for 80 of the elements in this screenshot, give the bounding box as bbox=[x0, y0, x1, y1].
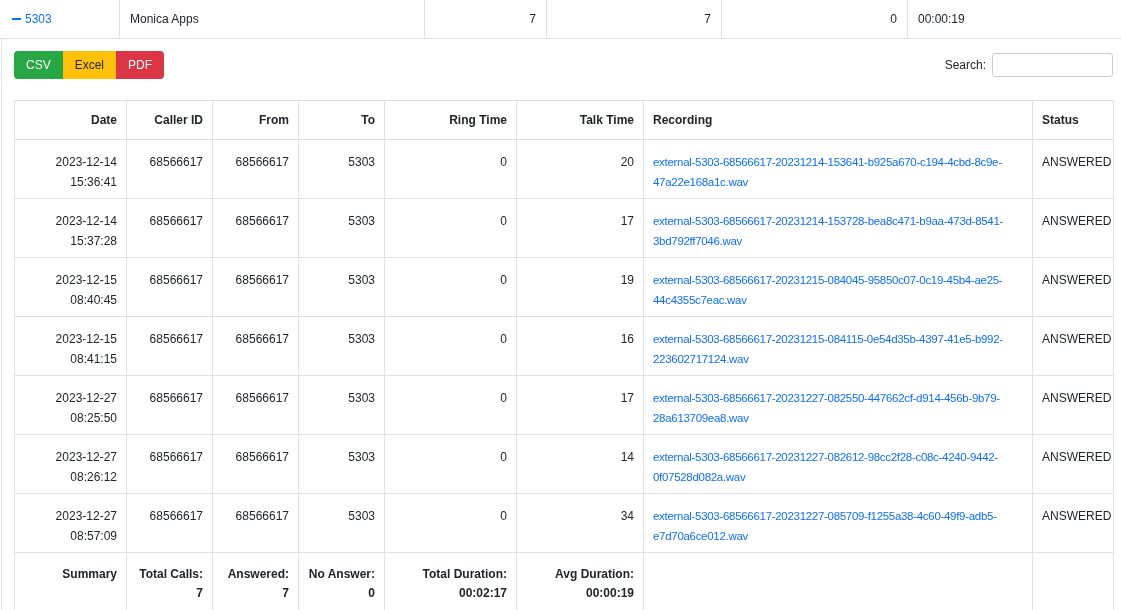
export-button[interactable]: CSV bbox=[14, 51, 63, 79]
summary-value: 00:02:17 bbox=[457, 585, 507, 602]
summary-value: 7 bbox=[195, 585, 203, 602]
summary-label: Total Duration: bbox=[421, 566, 507, 583]
minus-icon[interactable] bbox=[12, 18, 21, 20]
summary-label: No Answer: bbox=[308, 566, 375, 583]
extension-link[interactable]: 5303 bbox=[12, 12, 52, 26]
summary-value: 0 bbox=[367, 585, 375, 602]
status-text: ANSWERED bbox=[1042, 509, 1112, 523]
table-cell-text: 5303 bbox=[348, 390, 375, 407]
table-cell-text: 0 bbox=[500, 213, 507, 230]
table-cell-text: 14 bbox=[620, 449, 634, 466]
table-cell-text: 5303 bbox=[348, 508, 375, 525]
table-cell-text: 5303 bbox=[348, 213, 375, 230]
table-cell-text: 5303 bbox=[348, 154, 375, 171]
table-cell-text: 2023-12-27 08:57:09 bbox=[54, 508, 117, 545]
table-cell-text: 0 bbox=[500, 508, 507, 525]
table-cell-text: 68566617 bbox=[149, 272, 203, 289]
table-cell-text: 2023-12-27 08:26:12 bbox=[54, 449, 117, 486]
column-header[interactable]: Talk Time bbox=[579, 113, 634, 127]
table-cell-text: 68566617 bbox=[149, 213, 203, 230]
table-cell-text: 68566617 bbox=[149, 449, 203, 466]
table-cell-text: 68566617 bbox=[235, 331, 289, 348]
table-cell: 00:00:19 bbox=[918, 12, 965, 26]
table-cell-text: 5303 bbox=[348, 331, 375, 348]
table-cell: 7 bbox=[704, 12, 711, 26]
table-cell-text: 68566617 bbox=[235, 449, 289, 466]
table-cell: Monica Apps bbox=[130, 12, 199, 26]
table-cell-text: 0 bbox=[500, 449, 507, 466]
summary-value: 00:00:19 bbox=[584, 585, 634, 602]
column-header[interactable]: Ring Time bbox=[449, 113, 507, 127]
table-cell-text: 5303 bbox=[348, 272, 375, 289]
table-cell-text: 68566617 bbox=[235, 272, 289, 289]
table-cell-text: 68566617 bbox=[235, 154, 289, 171]
table-cell-text: 2023-12-14 15:36:41 bbox=[54, 154, 117, 191]
table-cell-text: 68566617 bbox=[235, 508, 289, 525]
status-text: ANSWERED bbox=[1042, 391, 1112, 405]
table-cell-text: 34 bbox=[620, 508, 634, 525]
table-cell-text: 2023-12-15 08:41:15 bbox=[54, 331, 117, 368]
column-header[interactable]: To bbox=[361, 113, 375, 127]
export-button[interactable]: Excel bbox=[62, 51, 117, 79]
column-header[interactable]: Caller ID bbox=[154, 113, 203, 127]
search-field[interactable] bbox=[992, 53, 1113, 77]
table-cell-text: 17 bbox=[620, 213, 634, 230]
table-cell-text: 0 bbox=[500, 390, 507, 407]
table-cell-text: 2023-12-14 15:37:28 bbox=[54, 213, 117, 250]
column-header[interactable]: From bbox=[259, 113, 289, 127]
export-button[interactable]: PDF bbox=[116, 51, 165, 79]
search-label: Search: bbox=[944, 58, 986, 72]
summary-label: Avg Duration: bbox=[554, 566, 634, 583]
status-text: ANSWERED bbox=[1042, 273, 1112, 287]
table-cell-text: 20 bbox=[620, 154, 634, 171]
table-cell-text: 2023-12-27 08:25:50 bbox=[54, 390, 117, 427]
status-text: ANSWERED bbox=[1042, 214, 1112, 228]
status-text: ANSWERED bbox=[1042, 332, 1112, 346]
table-cell-text: 16 bbox=[620, 331, 634, 348]
status-text: ANSWERED bbox=[1042, 450, 1112, 464]
table-cell-text: 68566617 bbox=[235, 390, 289, 407]
table-cell-text: 68566617 bbox=[149, 154, 203, 171]
table-cell-text: 5303 bbox=[348, 449, 375, 466]
table-cell-text: 19 bbox=[620, 272, 634, 289]
summary-label: Summary bbox=[62, 567, 117, 581]
table-cell: 7 bbox=[529, 12, 536, 26]
column-header[interactable]: Status bbox=[1042, 113, 1079, 127]
summary-label: Answered: bbox=[226, 566, 289, 583]
table-cell-text: 68566617 bbox=[149, 508, 203, 525]
status-text: ANSWERED bbox=[1042, 155, 1112, 169]
column-header[interactable]: Date bbox=[91, 113, 117, 127]
table-cell-text: 68566617 bbox=[149, 390, 203, 407]
table-cell-text: 68566617 bbox=[149, 331, 203, 348]
summary-label: Total Calls: bbox=[138, 566, 203, 583]
table-cell-text: 68566617 bbox=[235, 213, 289, 230]
column-header[interactable]: Recording bbox=[653, 113, 713, 127]
table-cell-text: 0 bbox=[500, 154, 507, 171]
table-cell-text: 17 bbox=[620, 390, 634, 407]
table-cell-text: 0 bbox=[500, 272, 507, 289]
summary-value: 7 bbox=[281, 585, 289, 602]
table-cell-text: 2023-12-15 08:40:45 bbox=[54, 272, 117, 309]
table-cell-text: 0 bbox=[500, 331, 507, 348]
table-cell: 0 bbox=[890, 12, 897, 26]
